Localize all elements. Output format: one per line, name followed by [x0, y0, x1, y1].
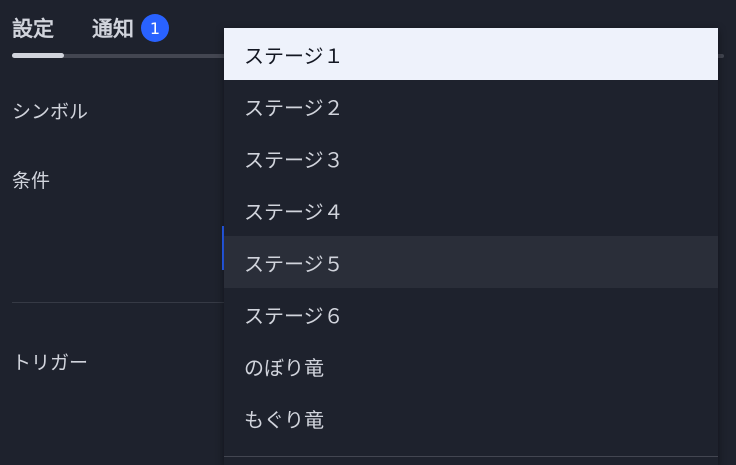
tab-notifications-label: 通知 — [92, 17, 134, 41]
tab-notifications[interactable]: 通知 1 — [92, 13, 169, 43]
dropdown-option[interactable]: ステージ４ — [224, 184, 718, 236]
dropdown-option[interactable]: ステージ３ — [224, 132, 718, 184]
condition-dropdown-menu: ステージ１ ステージ２ ステージ３ ステージ４ ステージ５ ステージ６ のぼり竜… — [224, 28, 718, 465]
dropdown-divider — [224, 456, 718, 457]
dropdown-option[interactable]: ステージ６ — [224, 288, 718, 340]
tab-settings-label: 設定 — [12, 17, 54, 41]
dropdown-option[interactable]: ステージ２ — [224, 80, 718, 132]
dropdown-option[interactable]: ステージ１ — [224, 28, 718, 80]
notification-count-badge: 1 — [141, 14, 169, 42]
symbol-label: シンボル — [12, 101, 89, 123]
tab-bar: 設定 通知 1 — [12, 8, 169, 48]
alert-dialog: 設定 通知 1 シンボル 条件 トリガー ステージ１ ステージ２ ステージ３ ス… — [0, 0, 736, 465]
active-tab-indicator — [12, 53, 64, 58]
dropdown-option[interactable]: のぼり竜 — [224, 340, 718, 392]
dropdown-option[interactable]: ステージ５ — [224, 236, 718, 288]
trigger-label: トリガー — [12, 352, 89, 374]
tab-settings[interactable]: 設定 — [12, 13, 54, 43]
dropdown-option[interactable]: もぐり竜 — [224, 392, 718, 444]
section-divider — [12, 302, 224, 303]
condition-label: 条件 — [12, 170, 51, 192]
